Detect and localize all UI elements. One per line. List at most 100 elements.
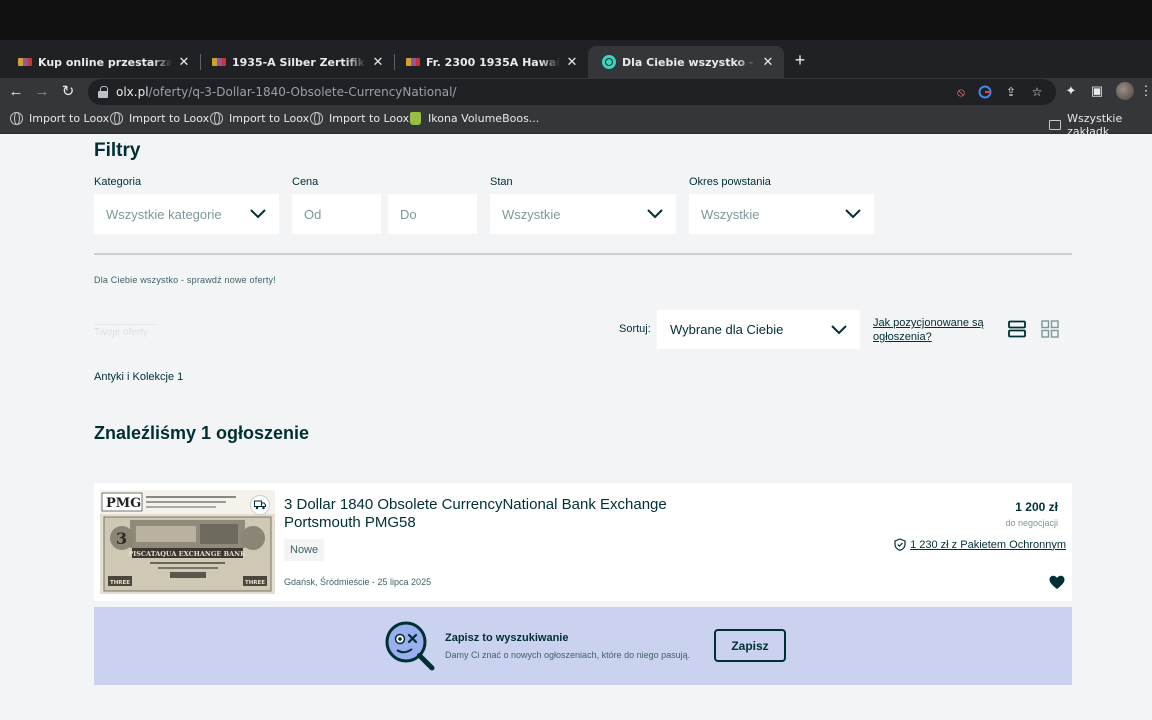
browser-toolbar: ← → ↻ olx.pl/oferty/q-3-Dollar-1840-Obso…: [0, 78, 1152, 106]
delivery-truck-icon: [250, 495, 270, 515]
bookmark-label: Import to Loox: [229, 112, 310, 125]
tab-title: Fr. 2300 1935A Hawaii Silber Z: [426, 55, 560, 69]
address-bar[interactable]: olx.pl/oferty/q-3-Dollar-1840-Obsolete-C…: [88, 79, 1056, 105]
negotiable-label: do negocjacji: [1005, 518, 1058, 528]
thumb-bank-name: PISCATAQUA EXCHANGE BANK: [128, 550, 246, 558]
tab-active-olx[interactable]: Dla Ciebie wszystko - sprawdź ✕: [588, 46, 784, 78]
globe-icon: [10, 112, 23, 125]
category-select[interactable]: Wszystkie kategorie: [94, 194, 279, 234]
chevron-down-icon: [647, 209, 663, 219]
google-lens-icon[interactable]: [978, 85, 992, 99]
lock-icon: [98, 86, 108, 98]
list-view-icon[interactable]: [1008, 320, 1026, 338]
price-label: Cena: [292, 176, 319, 188]
chevron-down-icon: [250, 209, 266, 219]
positioning-link[interactable]: Jak pozycjonowane są ogłoszenia?: [873, 316, 1003, 344]
bookmark-label: Import to Loox: [129, 112, 210, 125]
extensions-puzzle-icon[interactable]: ✦: [1063, 83, 1079, 99]
tab-1[interactable]: Kup online przestarzałą walutę ✕: [4, 46, 200, 78]
price-to-input[interactable]: Do: [388, 194, 477, 234]
sort-label: Sortuj:: [619, 323, 651, 335]
flag-favicon-icon: [406, 58, 420, 66]
olx-favicon-icon: [602, 55, 616, 69]
condition-badge: Nowe: [284, 539, 325, 561]
category-breadcrumb[interactable]: Antyki i Kolekcje 1: [94, 371, 183, 383]
flag-favicon-icon: [18, 58, 32, 66]
shopify-icon: [410, 112, 421, 125]
location-date: Gdańsk, Śródmieście - 25 lipca 2025: [284, 577, 432, 587]
tab-title: Dla Ciebie wszystko - sprawdź: [622, 55, 756, 69]
close-icon[interactable]: ✕: [760, 55, 776, 70]
bookmark-item[interactable]: Ikona VolumeBoos...: [410, 112, 539, 125]
thumb-right-denomination: THREE: [245, 580, 265, 586]
save-search-description: Damy Ci znać o nowych ogłoszeniach, któr…: [445, 650, 691, 660]
close-icon[interactable]: ✕: [176, 55, 192, 70]
tab-title: Kup online przestarzałą walutę: [38, 55, 172, 69]
condition-value: Wszystkie: [502, 206, 561, 222]
bookmark-label: Ikona VolumeBoos...: [428, 112, 540, 125]
side-panel-icon[interactable]: ▣: [1089, 83, 1105, 99]
price-from-input[interactable]: Od: [292, 194, 381, 234]
banknote-image: PMG 3 PISCATAQUA EXCHANGE BANK THREE THR…: [100, 490, 275, 594]
bookmark-item[interactable]: Import to Loox: [10, 112, 109, 125]
close-icon[interactable]: ✕: [564, 55, 580, 70]
folder-icon: [1049, 120, 1062, 130]
bookmark-item[interactable]: Import to Loox: [210, 112, 309, 125]
forward-arrow-icon[interactable]: →: [32, 82, 52, 102]
bookmark-item[interactable]: Import to Loox: [110, 112, 209, 125]
tab-strip: Kup online przestarzałą walutę ✕ 1935-A …: [0, 40, 1152, 78]
grid-view-icon[interactable]: [1041, 320, 1059, 338]
bookmark-label: Import to Loox: [329, 112, 410, 125]
category-value: Wszystkie kategorie: [106, 206, 222, 222]
sort-value: Wybrane dla Ciebie: [670, 322, 784, 337]
bookmark-label: Import to Loox: [29, 112, 110, 125]
tab-3[interactable]: Fr. 2300 1935A Hawaii Silber Z ✕: [392, 46, 588, 78]
chevron-down-icon: [845, 209, 861, 219]
period-value: Wszystkie: [701, 206, 760, 222]
magnifier-mascot-icon: [385, 621, 435, 671]
share-icon[interactable]: ⇪: [1004, 85, 1018, 99]
listing-price: 1 200 zł: [1015, 500, 1058, 514]
sort-select[interactable]: Wybrane dla Ciebie: [657, 310, 860, 349]
thumb-left-denomination: THREE: [110, 580, 130, 586]
profile-avatar[interactable]: [1116, 82, 1134, 100]
tab-title: 1935-A Silber Zertifikat Hawaii: [232, 55, 366, 69]
chevron-down-icon: [831, 325, 847, 335]
close-icon[interactable]: ✕: [370, 55, 386, 70]
save-search-banner: Zapisz to wyszukiwanie Damy Ci znać o no…: [94, 607, 1072, 685]
filters-title: Filtry: [94, 140, 141, 161]
location-blocked-icon[interactable]: ⦸: [954, 85, 968, 99]
price-from-placeholder: Od: [304, 206, 322, 222]
back-arrow-icon[interactable]: ←: [6, 82, 26, 102]
condition-select[interactable]: Wszystkie: [490, 194, 676, 234]
thumb-numeral: 3: [116, 529, 127, 548]
results-heading: Znaleźliśmy 1 ogłoszenie: [94, 423, 310, 443]
save-search-button[interactable]: Zapisz: [714, 629, 786, 662]
olx-page: Filtry Kategoria Wszystkie kategorie Cen…: [0, 134, 1152, 720]
bookmarks-bar: Import to Loox Import to Loox Import to …: [0, 106, 1152, 138]
category-label: Kategoria: [94, 176, 142, 188]
flag-favicon-icon: [212, 58, 226, 66]
url-path: /oferty/q-3-Dollar-1840-Obsolete-Currenc…: [148, 85, 457, 99]
globe-icon: [110, 112, 123, 125]
globe-icon: [310, 112, 323, 125]
save-search-title: Zapisz to wyszukiwanie: [445, 632, 569, 644]
listing-title[interactable]: 3 Dollar 1840 Obsolete CurrencyNational …: [284, 496, 724, 532]
globe-icon: [210, 112, 223, 125]
more-menu-icon[interactable]: ⋮: [1138, 83, 1152, 99]
new-tab-button[interactable]: +: [790, 50, 810, 70]
protection-package-link[interactable]: 1 230 zł z Pakietem Ochronnym: [894, 538, 1066, 551]
reload-icon[interactable]: ↻: [58, 82, 78, 102]
price-to-placeholder: Do: [400, 206, 417, 222]
listing-card[interactable]: PMG 3 PISCATAQUA EXCHANGE BANK THREE THR…: [94, 483, 1072, 601]
promo-text: Dla Ciebie wszystko - sprawdź nowe ofert…: [94, 275, 276, 285]
heart-favorite-icon[interactable]: [1049, 575, 1065, 590]
listing-thumbnail[interactable]: PMG 3 PISCATAQUA EXCHANGE BANK THREE THR…: [100, 490, 275, 594]
period-select[interactable]: Wszystkie: [689, 194, 874, 234]
bookmark-item[interactable]: Import to Loox: [310, 112, 409, 125]
tab-2[interactable]: 1935-A Silber Zertifikat Hawaii ✕: [198, 46, 394, 78]
star-bookmark-icon[interactable]: ☆: [1030, 85, 1044, 99]
shield-check-icon: [894, 538, 906, 551]
screen-top-bar: [0, 0, 1152, 40]
condition-label: Stan: [490, 176, 513, 188]
